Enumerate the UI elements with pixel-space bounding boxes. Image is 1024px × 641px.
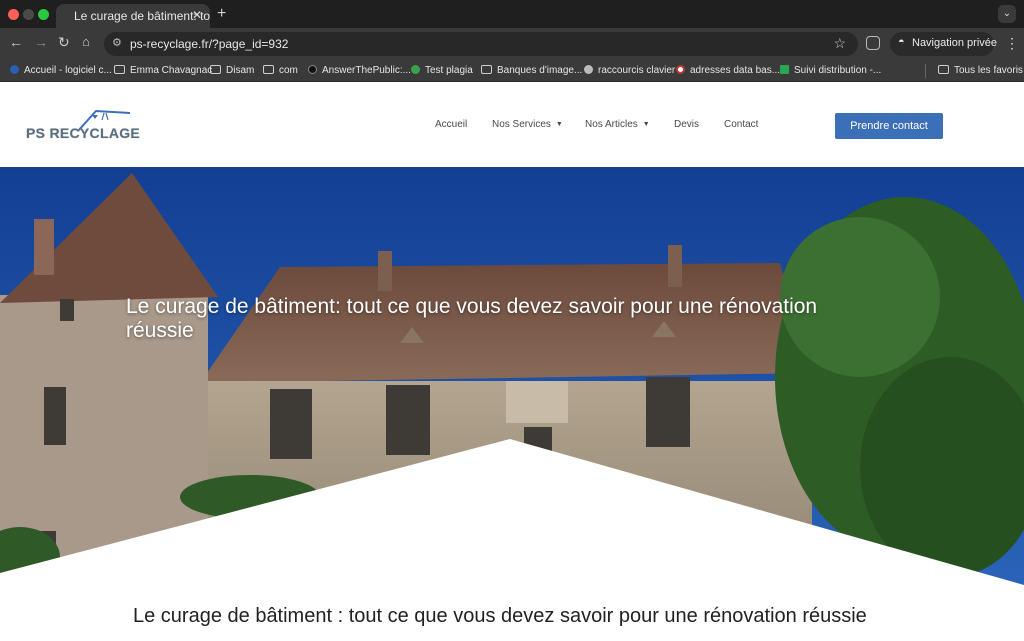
nav-articles[interactable]: Nos Articles ▼ [585,119,650,130]
site-header: PS RECYCLAGE Accueil Nos Services ▼ Nos A… [0,83,1024,167]
nav-accueil[interactable]: Accueil [435,119,467,130]
chevron-down-icon: ▼ [555,121,563,128]
bookmark-item[interactable]: Banques d'image... [481,65,582,76]
close-tab-icon[interactable]: ✕ [192,8,202,22]
folder-icon [114,65,125,74]
forward-icon[interactable]: → [34,34,48,50]
nav-services[interactable]: Nos Services ▼ [492,119,563,130]
home-icon[interactable]: ⌂ [82,34,90,49]
bookmark-item[interactable]: Test plagia [411,65,473,76]
article-title: Le curage de bâtiment : tout ce que vous… [133,605,867,627]
close-window-icon[interactable] [8,9,19,20]
bookmark-item[interactable]: AnswerThePublic:... [308,65,411,76]
tab-search-icon[interactable]: ⌄ [998,5,1016,23]
incognito-icon: ◓ [898,36,905,48]
bookmark-item[interactable]: Disam [210,65,254,76]
new-tab-icon[interactable]: + [217,5,226,23]
bookmark-item[interactable]: Accueil - logiciel c... [10,65,112,76]
apple-icon [584,65,593,74]
hero-title: Le curage de bâtiment: tout ce que vous … [126,295,818,342]
address-url: ps-recyclage.fr/?page_id=932 [130,37,289,51]
nav-services-label: Nos Services [492,119,551,130]
nav-devis[interactable]: Devis [674,119,699,130]
reload-icon[interactable]: ↻ [58,34,70,51]
bookmarks-bar: Accueil - logiciel c... Emma Chavagnac D… [0,60,1024,82]
browser-toolbar: ← → ↻ ⌂ ⚙ ps-recyclage.fr/?page_id=932 ☆… [0,28,1024,60]
contact-cta-button[interactable]: Prendre contact [835,113,943,139]
private-label: Navigation privée [912,37,997,49]
minimize-window-icon[interactable] [23,9,34,20]
extensions-icon[interactable] [866,36,880,50]
folder-icon [263,65,274,74]
tab-title: Le curage de bâtiment: tout c [74,9,210,23]
folder-icon [481,65,492,74]
logo-text: PS RECYCLAGE [26,125,141,141]
folder-icon [938,65,949,74]
bookmark-item[interactable]: Suivi distribution -... [780,65,881,76]
sheets-icon [780,65,789,74]
bookmark-item[interactable]: raccourcis clavier [584,65,675,76]
bookmark-star-icon[interactable]: ☆ [833,35,846,52]
bookmarks-divider [925,64,926,78]
maximize-window-icon[interactable] [38,9,49,20]
browser-tab-bar: Le curage de bâtiment: tout c ✕ + ⌄ [0,0,1024,28]
chevron-down-icon: ▼ [642,121,650,128]
private-mode-badge[interactable]: ◓ Navigation privée [890,32,997,56]
browser-tab-active[interactable]: Le curage de bâtiment: tout c ✕ [56,4,210,28]
site-icon [308,65,317,74]
site-logo[interactable]: PS RECYCLAGE [26,109,140,143]
back-icon[interactable]: ← [9,34,23,50]
hero-castle-image [0,167,1024,587]
site-icon [676,65,685,74]
site-icon [10,65,19,74]
nav-contact[interactable]: Contact [724,119,758,130]
address-bar[interactable]: ⚙ ps-recyclage.fr/?page_id=932 ☆ [104,32,858,56]
bookmark-item[interactable]: Emma Chavagnac [114,65,212,76]
menu-kebab-icon[interactable]: ⋮ [1005,35,1019,52]
nav-articles-label: Nos Articles [585,119,638,130]
site-icon [411,65,420,74]
hero-banner: Le curage de bâtiment: tout ce que vous … [0,167,1024,587]
folder-icon [210,65,221,74]
site-info-icon[interactable]: ⚙ [112,36,122,49]
bookmark-item[interactable]: adresses data bas... [676,65,780,76]
all-favorites[interactable]: Tous les favoris [938,65,1023,76]
bookmark-item[interactable]: com [263,65,298,76]
